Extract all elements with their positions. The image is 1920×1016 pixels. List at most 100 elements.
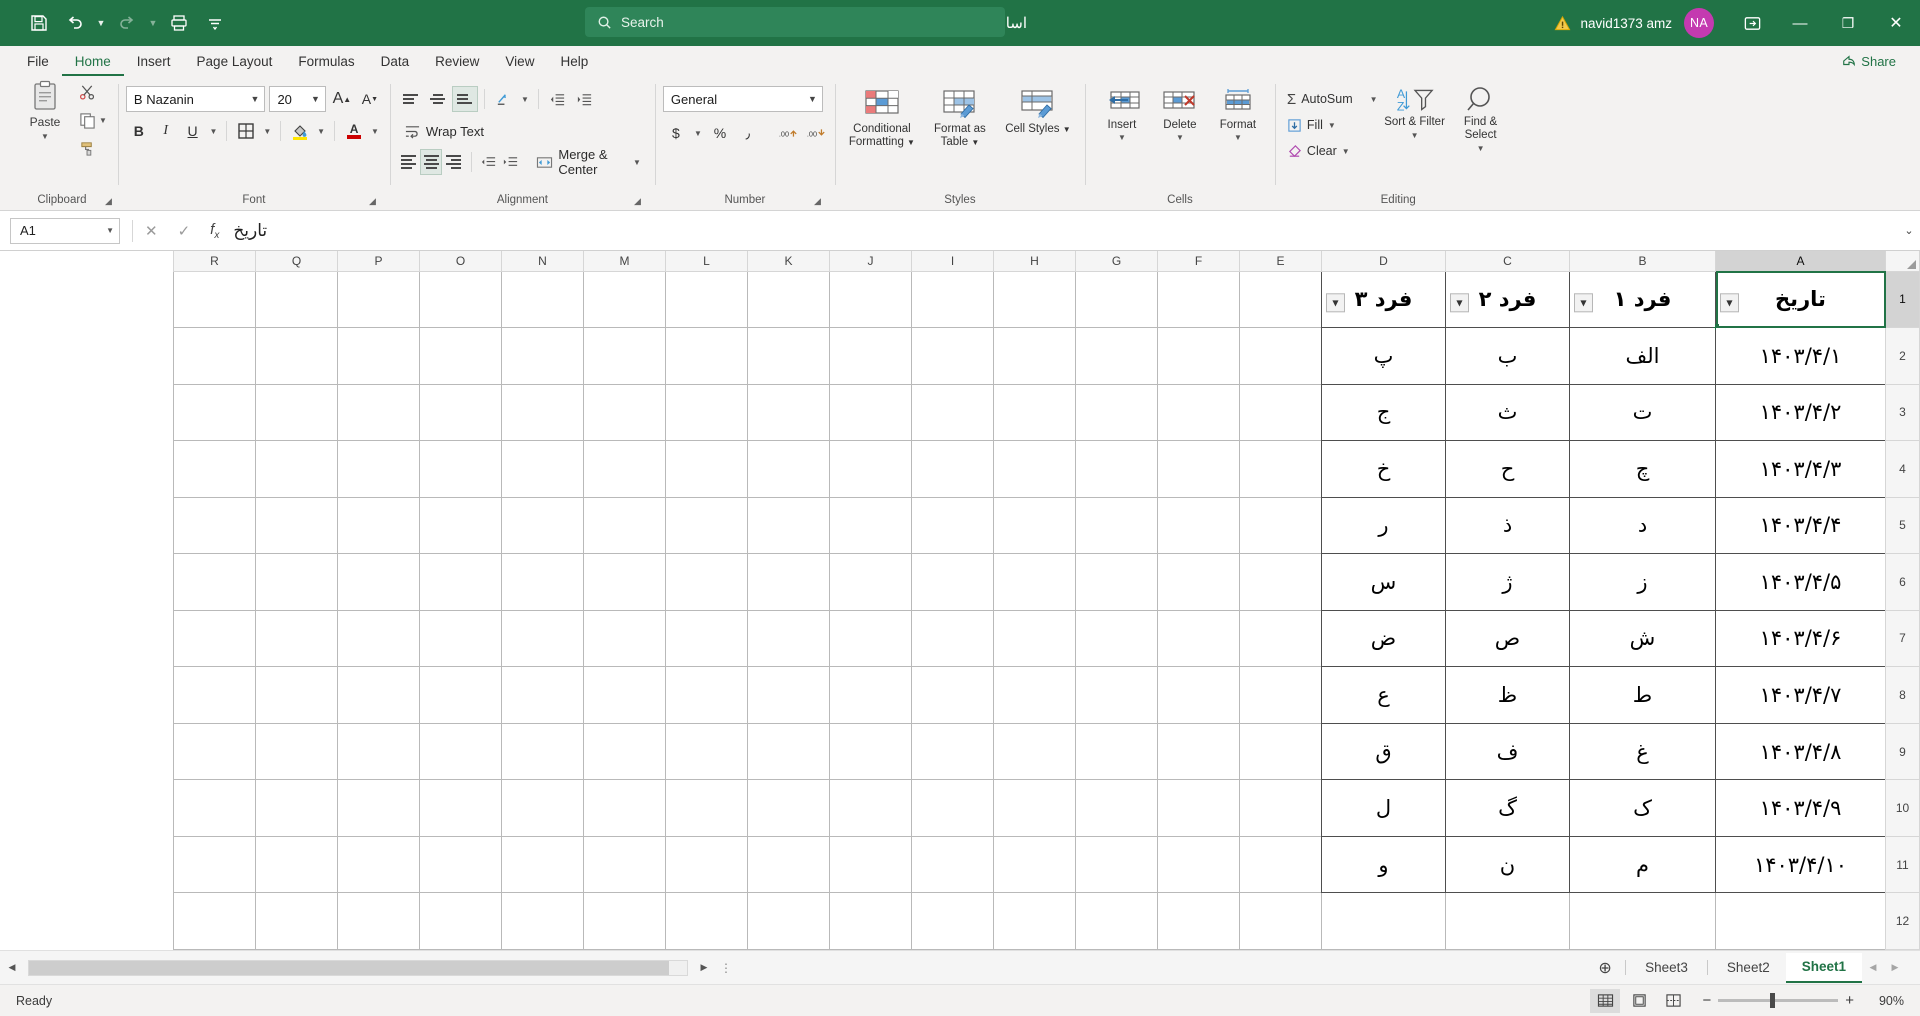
currency-format-button[interactable]: $ bbox=[663, 120, 689, 146]
merge-center-dropdown-icon[interactable]: ▼ bbox=[633, 158, 641, 167]
percent-format-button[interactable]: % bbox=[707, 120, 733, 146]
column-header-b[interactable]: B bbox=[1569, 251, 1716, 272]
column-header-m[interactable]: M bbox=[583, 251, 666, 272]
cell-i9[interactable] bbox=[911, 722, 994, 781]
zoom-in-button[interactable]: + bbox=[1845, 992, 1854, 1009]
cell-j11[interactable] bbox=[829, 835, 912, 894]
cell-i11[interactable] bbox=[911, 835, 994, 894]
cell-i1[interactable] bbox=[911, 270, 994, 329]
cell-m6[interactable] bbox=[583, 553, 666, 611]
cell-b2[interactable]: الف bbox=[1569, 327, 1716, 385]
cell-r9[interactable] bbox=[173, 722, 256, 781]
clear-button[interactable]: Clear ▼ bbox=[1283, 139, 1382, 163]
cell-h2[interactable] bbox=[993, 327, 1076, 385]
cell-e9[interactable] bbox=[1239, 722, 1322, 781]
format-painter-button[interactable] bbox=[76, 136, 110, 160]
cell-q11[interactable] bbox=[255, 835, 338, 894]
cell-o8[interactable] bbox=[419, 666, 502, 724]
sheet-tab-sheet3[interactable]: Sheet3 bbox=[1629, 953, 1704, 983]
cell-f11[interactable] bbox=[1157, 835, 1240, 894]
restore-button[interactable]: ❐ bbox=[1824, 0, 1872, 46]
cut-button[interactable] bbox=[76, 80, 110, 104]
cell-d11[interactable]: و bbox=[1321, 835, 1446, 894]
cell-c9[interactable]: ف bbox=[1445, 722, 1570, 781]
cell-i3[interactable] bbox=[911, 383, 994, 442]
cell-r7[interactable] bbox=[173, 609, 256, 668]
cell-o3[interactable] bbox=[419, 383, 502, 442]
redo-dropdown-icon[interactable]: ▼ bbox=[146, 7, 160, 39]
cell-p11[interactable] bbox=[337, 835, 420, 894]
borders-icon[interactable] bbox=[233, 118, 259, 144]
paste-dropdown-icon[interactable]: ▼ bbox=[41, 132, 49, 141]
cell-r1[interactable] bbox=[173, 270, 256, 329]
cell-r2[interactable] bbox=[173, 327, 256, 385]
cell-d3[interactable]: ج bbox=[1321, 383, 1446, 442]
cell-j7[interactable] bbox=[829, 609, 912, 668]
cell-i12[interactable] bbox=[911, 892, 994, 950]
cell-b6[interactable]: ز bbox=[1569, 553, 1716, 611]
cell-n8[interactable] bbox=[501, 666, 584, 724]
cell-r11[interactable] bbox=[173, 835, 256, 894]
undo-dropdown-icon[interactable]: ▼ bbox=[94, 7, 108, 39]
cell-j5[interactable] bbox=[829, 496, 912, 555]
cell-l9[interactable] bbox=[665, 722, 748, 781]
cell-g11[interactable] bbox=[1075, 835, 1158, 894]
font-color-dropdown-icon[interactable]: ▼ bbox=[368, 118, 382, 144]
decrease-indent-button[interactable] bbox=[477, 149, 498, 175]
decrease-font-size-button[interactable]: A ▼ bbox=[358, 86, 382, 112]
column-header-l[interactable]: L bbox=[665, 251, 748, 272]
cell-o1[interactable] bbox=[419, 270, 502, 329]
cell-e8[interactable] bbox=[1239, 666, 1322, 724]
cell-m7[interactable] bbox=[583, 609, 666, 668]
cell-q12[interactable] bbox=[255, 892, 338, 950]
number-format-select[interactable]: General ▼ bbox=[662, 86, 823, 112]
cell-o2[interactable] bbox=[419, 327, 502, 385]
next-sheet-icon[interactable]: ▶ bbox=[1884, 955, 1906, 981]
zoom-out-button[interactable]: − bbox=[1702, 992, 1711, 1009]
cell-a10[interactable]: ۱۴۰۳/۴/۹ bbox=[1715, 779, 1886, 837]
cell-n11[interactable] bbox=[501, 835, 584, 894]
cell-f6[interactable] bbox=[1157, 553, 1240, 611]
filter-dropdown-icon[interactable]: ▼ bbox=[1574, 293, 1593, 313]
row-header-4[interactable]: 4 bbox=[1885, 440, 1920, 498]
cell-l3[interactable] bbox=[665, 383, 748, 442]
cell-r12[interactable] bbox=[173, 892, 256, 950]
tab-formulas[interactable]: Formulas bbox=[285, 47, 367, 76]
currency-dropdown-icon[interactable]: ▼ bbox=[691, 120, 705, 146]
cell-f3[interactable] bbox=[1157, 383, 1240, 442]
row-header-7[interactable]: 7 bbox=[1885, 609, 1920, 668]
align-left-button[interactable] bbox=[398, 149, 419, 175]
cell-m3[interactable] bbox=[583, 383, 666, 442]
find-select-button[interactable]: Find & Select ▼ bbox=[1448, 82, 1514, 155]
cell-b7[interactable]: ش bbox=[1569, 609, 1716, 668]
zoom-thumb[interactable] bbox=[1770, 993, 1776, 1008]
horizontal-scrollbar[interactable] bbox=[28, 959, 688, 976]
conditional-formatting-button[interactable]: Conditional Formatting ▼ bbox=[843, 82, 921, 149]
cell-a3[interactable]: ۱۴۰۳/۴/۲ bbox=[1715, 383, 1886, 442]
cell-c11[interactable]: ن bbox=[1445, 835, 1570, 894]
cell-a4[interactable]: ۱۴۰۳/۴/۳ bbox=[1715, 440, 1886, 498]
cell-k1[interactable] bbox=[747, 270, 830, 329]
enter-icon[interactable]: ✓ bbox=[178, 222, 191, 240]
cell-q3[interactable] bbox=[255, 383, 338, 442]
scrollbar-thumb[interactable] bbox=[29, 960, 669, 975]
warning-icon[interactable] bbox=[1553, 14, 1572, 33]
tab-home[interactable]: Home bbox=[61, 47, 124, 76]
cell-h12[interactable] bbox=[993, 892, 1076, 950]
cell-r8[interactable] bbox=[173, 666, 256, 724]
cell-e10[interactable] bbox=[1239, 779, 1322, 837]
paste-button[interactable]: Paste ▼ bbox=[14, 76, 76, 141]
cell-b1[interactable]: فرد ۱ ▼ bbox=[1569, 270, 1716, 329]
row-header-3[interactable]: 3 bbox=[1885, 383, 1920, 442]
orientation-icon[interactable] bbox=[491, 86, 517, 112]
cell-j2[interactable] bbox=[829, 327, 912, 385]
cell-d6[interactable]: س bbox=[1321, 553, 1446, 611]
zoom-track[interactable] bbox=[1718, 993, 1839, 1008]
cell-p4[interactable] bbox=[337, 440, 420, 498]
cell-r10[interactable] bbox=[173, 779, 256, 837]
column-header-k[interactable]: K bbox=[747, 251, 830, 272]
column-header-e[interactable]: E bbox=[1239, 251, 1322, 272]
column-header-q[interactable]: Q bbox=[255, 251, 338, 272]
filter-dropdown-icon[interactable]: ▼ bbox=[1326, 293, 1345, 313]
split-handle[interactable]: ⋮ bbox=[716, 961, 736, 975]
